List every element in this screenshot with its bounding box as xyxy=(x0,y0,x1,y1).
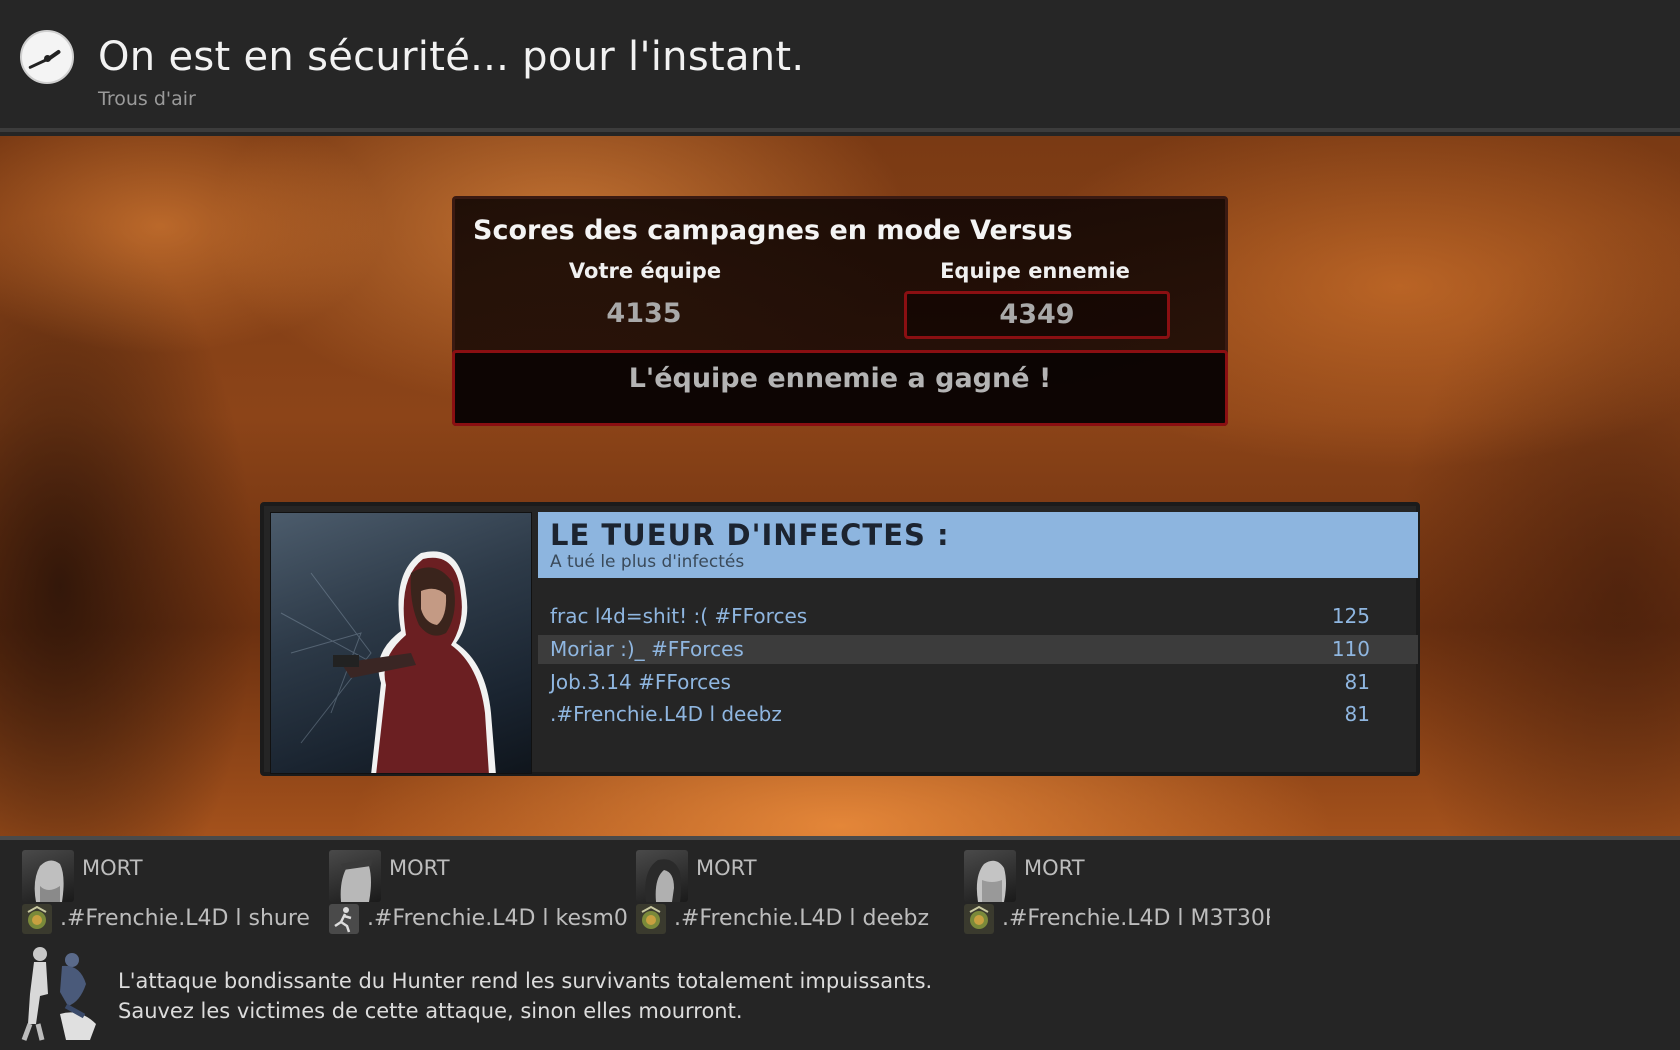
my-team-score: 4135 xyxy=(606,298,682,329)
player-status: MORT xyxy=(389,856,450,880)
award-player-value: 110 xyxy=(1331,637,1370,661)
bill-portrait-icon xyxy=(22,850,74,902)
clock-icon xyxy=(20,30,74,84)
player-status: MORT xyxy=(82,856,143,880)
award-player-value: 125 xyxy=(1331,604,1370,628)
player-status: MORT xyxy=(1024,856,1085,880)
award-title: LE TUEUR D'INFECTES : xyxy=(550,518,950,552)
zoey-portrait-icon xyxy=(636,850,688,902)
award-row: Job.3.14 #FForces 81 xyxy=(538,668,1418,697)
player-status: MORT xyxy=(696,856,757,880)
my-team-label: Votre équipe xyxy=(568,259,722,283)
award-player-name: Job.3.14 #FForces xyxy=(550,670,731,694)
award-row-highlighted: Moriar :)_ #FForces 110 xyxy=(538,635,1418,664)
clan-emblem-icon xyxy=(22,904,52,934)
player-slot-3: MORT .#Frenchie.L4D l deebz xyxy=(636,846,936,936)
award-player-name: .#Frenchie.L4D l deebz xyxy=(550,702,782,726)
award-header: LE TUEUR D'INFECTES : A tué le plus d'in… xyxy=(538,512,1418,578)
page-title: On est en sécurité... pour l'instant. xyxy=(98,34,805,80)
enemy-team-label: Equipe ennemie xyxy=(940,259,1130,283)
result-text: L'équipe ennemie a gagné ! xyxy=(628,363,1052,394)
gameplay-tip: L'attaque bondissante du Hunter rend les… xyxy=(118,966,932,1026)
award-player-value: 81 xyxy=(1344,702,1370,726)
player-name: .#Frenchie.L4D l M3T30R xyxy=(1002,906,1270,931)
versus-title: Scores des campagnes en mode Versus xyxy=(473,215,1073,246)
page-subtitle: Trous d'air xyxy=(98,88,196,110)
francis-portrait-icon xyxy=(329,850,381,902)
versus-score-panel: Scores des campagnes en mode Versus Votr… xyxy=(452,196,1228,426)
clan-emblem-icon xyxy=(964,904,994,934)
tip-line-1: L'attaque bondissante du Hunter rend les… xyxy=(118,969,933,993)
result-banner: L'équipe ennemie a gagné ! xyxy=(452,350,1228,426)
enemy-team-score: 4349 xyxy=(904,291,1170,339)
player-name: .#Frenchie.L4D l shure xyxy=(60,906,310,931)
runner-icon xyxy=(329,904,359,934)
award-panel: LE TUEUR D'INFECTES : A tué le plus d'in… xyxy=(260,502,1420,776)
player-slot-4: MORT .#Frenchie.L4D l M3T30R xyxy=(964,846,1270,936)
hunter-pounce-icon xyxy=(10,944,106,1044)
award-player-name: frac l4d=shit! :( #FForces xyxy=(550,604,808,628)
player-slot-2: MORT .#Frenchie.L4D l kesm0 xyxy=(329,846,629,936)
header-bar: On est en sécurité... pour l'instant. Tr… xyxy=(0,0,1680,132)
clan-emblem-icon xyxy=(636,904,666,934)
award-row: frac l4d=shit! :( #FForces 125 xyxy=(538,602,1418,631)
divider xyxy=(0,836,1680,840)
zoey-portrait xyxy=(270,512,532,774)
award-player-value: 81 xyxy=(1344,670,1370,694)
award-subtitle: A tué le plus d'infectés xyxy=(550,552,745,572)
award-row: .#Frenchie.L4D l deebz 81 xyxy=(538,700,1418,729)
player-name: .#Frenchie.L4D l kesm0 xyxy=(367,906,628,931)
player-slot-1: MORT .#Frenchie.L4D l shure xyxy=(22,846,322,936)
player-name: .#Frenchie.L4D l deebz xyxy=(674,906,930,931)
tip-line-2: Sauvez les victimes de cette attaque, si… xyxy=(118,999,743,1023)
award-player-name: Moriar :)_ #FForces xyxy=(550,637,744,661)
louis-portrait-icon xyxy=(964,850,1016,902)
